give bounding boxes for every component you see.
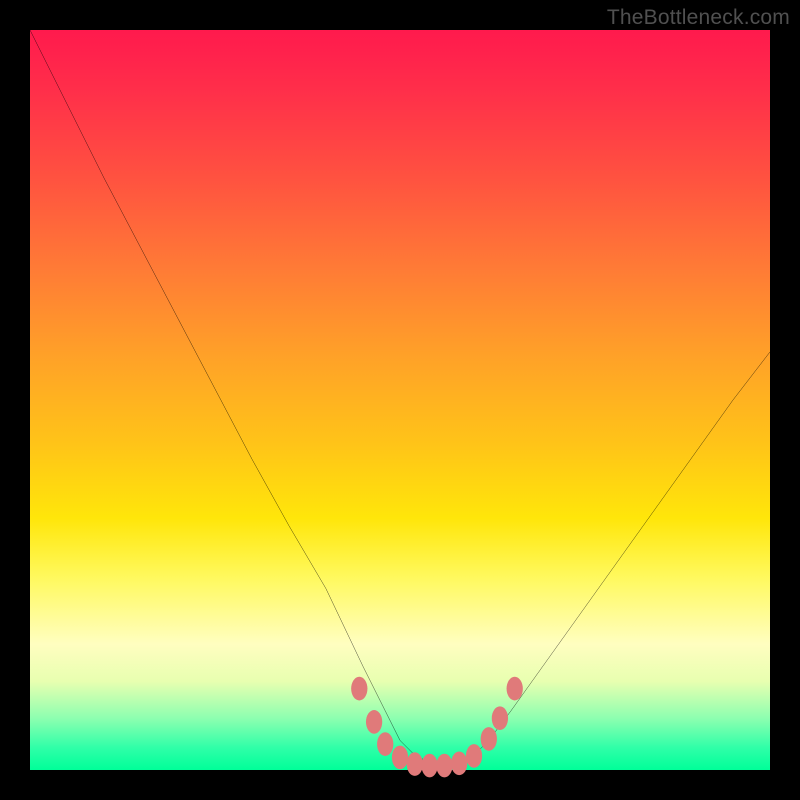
chart-frame: TheBottleneck.com xyxy=(0,0,800,800)
highlight-marker xyxy=(481,727,497,751)
watermark-text: TheBottleneck.com xyxy=(607,6,790,30)
highlight-marker xyxy=(466,744,482,768)
highlight-markers xyxy=(351,677,523,778)
highlight-marker xyxy=(436,754,452,778)
highlight-marker xyxy=(366,710,382,734)
highlight-marker xyxy=(507,677,523,701)
highlight-marker xyxy=(451,752,467,776)
bottleneck-curve xyxy=(30,30,770,770)
plot-area xyxy=(30,30,770,770)
highlight-marker xyxy=(407,752,423,776)
highlight-marker xyxy=(392,746,408,770)
highlight-marker xyxy=(377,732,393,756)
curve-line xyxy=(30,30,770,766)
highlight-marker xyxy=(421,754,437,778)
highlight-marker xyxy=(351,677,367,701)
highlight-marker xyxy=(492,706,508,730)
